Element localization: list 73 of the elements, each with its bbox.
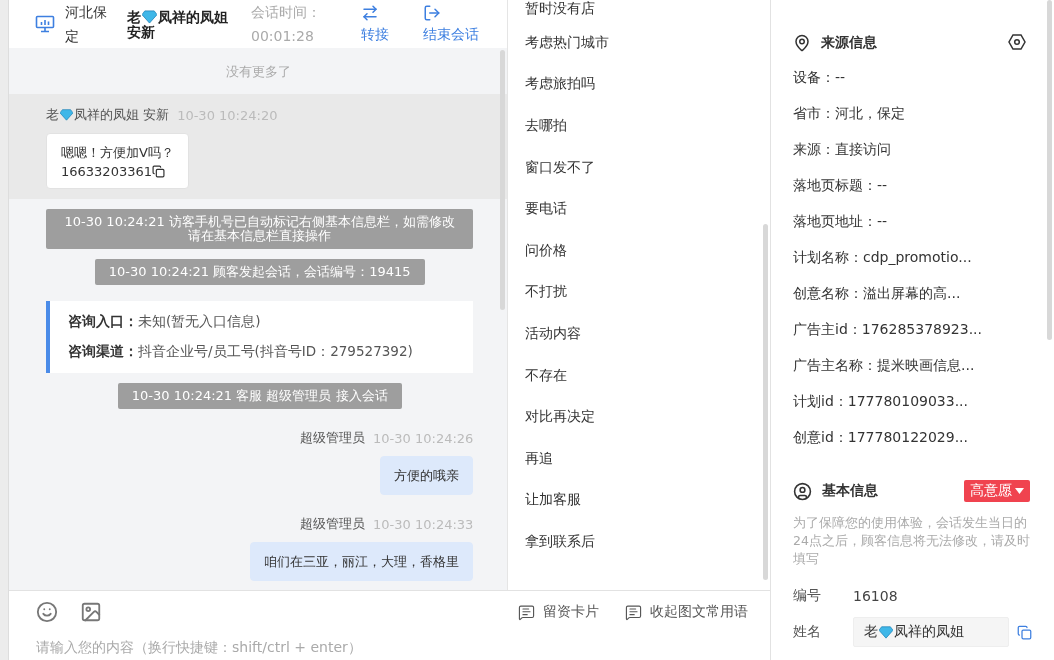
system-notice: 10-30 10:24:21 顾客发起会话，会话编号：19415 bbox=[94, 259, 425, 285]
source-info-row-text: 省市：河北，保定 bbox=[793, 104, 906, 123]
diamond-icon bbox=[142, 8, 157, 24]
field-label: 姓名 bbox=[793, 623, 822, 641]
logout-icon bbox=[423, 4, 441, 22]
field-label: 编号 bbox=[793, 587, 822, 605]
timer-label: 会话时间： bbox=[251, 3, 322, 22]
quick-phrase[interactable]: 不存在 bbox=[508, 354, 770, 397]
info-line: 咨询入口：未知(暂无入口信息) bbox=[68, 313, 262, 331]
message-icon bbox=[625, 603, 642, 621]
message-bubble: 嗯嗯！方便加V吗？ 16633203361 bbox=[46, 133, 189, 189]
source-info-row-text: 来源：直接访问 bbox=[793, 140, 892, 159]
caret-icon bbox=[1015, 488, 1024, 494]
quick-phrase[interactable]: 拿到联系后 bbox=[508, 521, 770, 563]
quick-phrase[interactable]: 不打扰 bbox=[508, 271, 770, 314]
diamond-icon bbox=[60, 108, 73, 121]
source-info-row-text: 设备：-- bbox=[793, 68, 847, 87]
quick-phrase[interactable]: 对比再决定 bbox=[508, 396, 770, 438]
timer-value: 00:01:28 bbox=[251, 27, 315, 46]
end-session-button[interactable]: 结束会话 bbox=[423, 4, 479, 44]
field-value: 16108 bbox=[853, 588, 898, 604]
source-info-row-text: 落地页地址：-- bbox=[793, 212, 889, 231]
image-icon[interactable] bbox=[80, 601, 102, 623]
sender-name: 老 凤祥的凤姐 安新 bbox=[46, 106, 170, 124]
emoji-icon[interactable] bbox=[36, 601, 58, 623]
toolbar-button[interactable]: 收起图文常用语 bbox=[625, 603, 748, 621]
quick-phrase[interactable]: 考虑旅拍吗 bbox=[508, 63, 770, 106]
diamond-icon bbox=[879, 625, 893, 639]
copy-icon[interactable] bbox=[152, 165, 165, 178]
info-line: 咨询渠道：抖音企业号/员工号(抖音号ID：279527392) bbox=[68, 343, 414, 361]
source-info-row-text: 创意名称：溢出屏幕的高... bbox=[793, 284, 962, 303]
quick-phrase[interactable]: 问价格 bbox=[508, 229, 770, 272]
transfer-button[interactable]: 转接 bbox=[361, 4, 389, 44]
notice-text: 为了保障您的使用体验，会话发生当日的24点之后，顾客信息将无法修改，请及时填写 bbox=[793, 514, 1031, 568]
sender-name: 超级管理员 bbox=[300, 515, 366, 533]
settings-icon[interactable] bbox=[1008, 32, 1026, 51]
source-info-row-text: 广告主id：176285378923... bbox=[793, 320, 983, 339]
message-icon bbox=[518, 603, 535, 621]
no-more-text: 没有更多了 bbox=[224, 63, 292, 81]
quick-phrase[interactable]: 暂时没有店 bbox=[508, 0, 770, 22]
system-notice: 10-30 10:24:21 访客手机号已自动标记右侧基本信息栏，如需修改请在基本信息栏直接操作 bbox=[46, 209, 474, 249]
message-bubble: 咱们在三亚，丽江，大理，香格里 bbox=[250, 542, 474, 581]
source-info-row-text: 计划名称：cdp_promotio... bbox=[793, 248, 973, 267]
section-title: 来源信息 bbox=[821, 34, 878, 52]
quick-phrase[interactable]: 活动内容 bbox=[508, 313, 770, 355]
source-info-row-text: 广告主名称：提米映画信息... bbox=[793, 356, 976, 375]
quick-phrase[interactable]: 考虑热门城市 bbox=[508, 22, 770, 64]
source-info-row-text: 计划id：177780109033... bbox=[793, 392, 969, 411]
quick-phrase[interactable]: 去哪拍 bbox=[508, 105, 770, 147]
quick-phrase[interactable]: 要电话 bbox=[508, 188, 770, 230]
message-time: 10-30 10:24:26 bbox=[373, 430, 474, 446]
visitor-location: 河北保定 bbox=[65, 3, 108, 46]
scrollbar[interactable] bbox=[1047, 0, 1052, 340]
section-title: 基本信息 bbox=[822, 482, 879, 500]
scrollbar[interactable] bbox=[500, 50, 506, 310]
system-notice: 10-30 10:24:21 客服 超级管理员 接入会话 bbox=[117, 383, 402, 409]
source-info-row-text: 落地页标题：-- bbox=[793, 176, 889, 195]
location-pin-icon bbox=[793, 34, 811, 52]
name-field[interactable]: 老 凤祥的凤姐 bbox=[853, 617, 1009, 647]
visitor-name: 老 凤祥的凤姐安新 bbox=[127, 8, 229, 40]
scrollbar[interactable] bbox=[763, 224, 768, 580]
monitor-chart-icon bbox=[35, 14, 55, 34]
transfer-icon bbox=[361, 4, 379, 22]
toolbar-button[interactable]: 留资卡片 bbox=[518, 603, 599, 621]
message-time: 10-30 10:24:33 bbox=[373, 516, 474, 532]
quick-phrase[interactable]: 再追 bbox=[508, 437, 770, 480]
intent-tag[interactable]: 高意愿 bbox=[964, 480, 1030, 502]
user-icon bbox=[793, 481, 812, 501]
quick-phrase[interactable]: 让加客服 bbox=[508, 479, 770, 522]
message-bubble: 方便的哦亲 bbox=[380, 456, 474, 495]
source-info-row-text: 创意id：177780122029... bbox=[793, 428, 969, 447]
sender-name: 超级管理员 bbox=[300, 429, 366, 447]
quick-phrase[interactable]: 窗口发不了 bbox=[508, 146, 770, 189]
